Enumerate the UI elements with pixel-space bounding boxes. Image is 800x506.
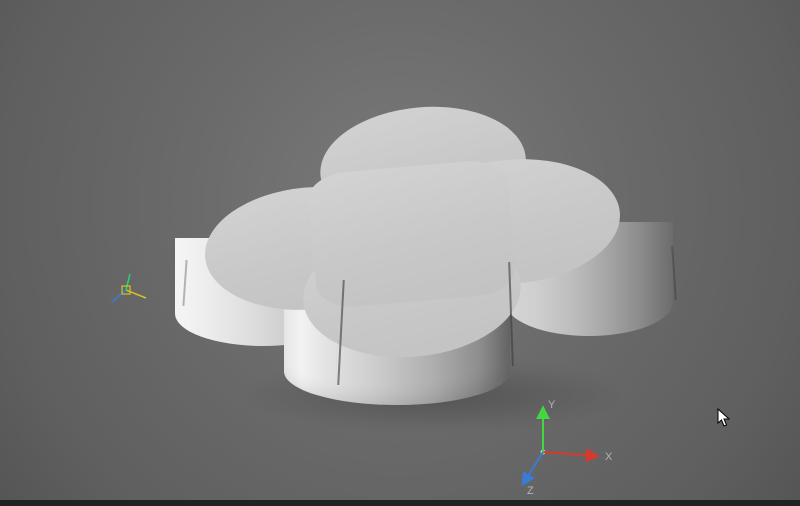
lobe-top-center: [306, 158, 517, 310]
axis-z-label: Z: [527, 485, 534, 497]
axis-triad[interactable]: X Y Z: [505, 398, 635, 498]
origin-marker: [108, 272, 152, 312]
model-top-surface: [222, 102, 587, 322]
axis-x-label: X: [605, 451, 613, 463]
status-bar: [0, 500, 800, 506]
axis-z: [523, 452, 543, 484]
mouse-cursor-icon: [717, 408, 731, 428]
axis-y-label: Y: [548, 399, 556, 411]
viewport-3d[interactable]: X Y Z: [0, 0, 800, 506]
model-quatrefoil[interactable]: [170, 70, 630, 420]
axis-x: [543, 452, 597, 456]
